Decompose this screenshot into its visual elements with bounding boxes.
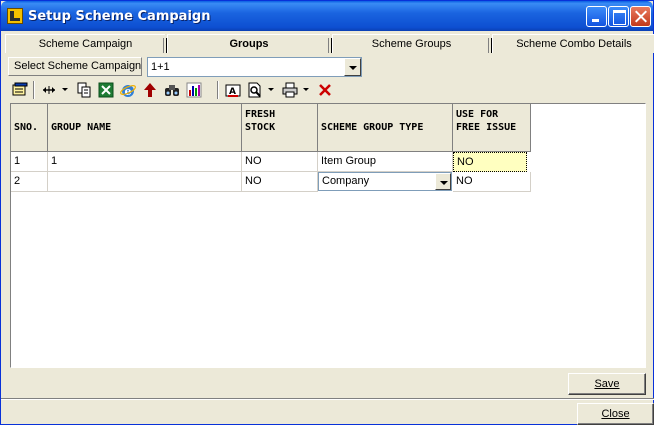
maximize-button[interactable] <box>608 6 629 27</box>
save-button[interactable]: Save <box>568 373 646 395</box>
tab-strip: Scheme Campaign Groups Scheme Groups Sch… <box>5 34 654 53</box>
title-bar[interactable]: Setup Scheme Campaign <box>1 1 653 31</box>
up-arrow-icon[interactable] <box>141 80 159 100</box>
app-icon <box>7 8 23 24</box>
row-2-group-name[interactable] <box>48 172 242 192</box>
campaign-dropdown[interactable]: 1+1 <box>147 57 362 77</box>
window-title: Setup Scheme Campaign <box>28 9 211 24</box>
row-2-use-for-free-issue[interactable]: NO <box>453 172 531 192</box>
close-window-button[interactable] <box>630 6 651 27</box>
delete-icon[interactable] <box>316 80 334 100</box>
print-dropdown-icon[interactable] <box>303 88 309 91</box>
row-1-scheme-group-type[interactable]: Item Group <box>318 152 453 172</box>
header-use-for-free-issue-line1: USE FOR <box>456 109 499 120</box>
tab-scheme-campaign[interactable]: Scheme Campaign <box>5 34 167 53</box>
minimize-button[interactable] <box>586 6 607 27</box>
header-group-name[interactable]: GROUP NAME <box>48 104 242 152</box>
tab-scheme-combo-details[interactable]: Scheme Combo Details <box>492 34 654 53</box>
binoculars-icon[interactable] <box>163 80 181 100</box>
row-1-fresh-stock[interactable]: NO <box>242 152 318 172</box>
tab-scheme-groups[interactable]: Scheme Groups <box>332 34 492 53</box>
header-use-for-free-issue-line2: FREE ISSUE <box>456 122 517 133</box>
scheme-groups-grid[interactable]: SNO. GROUP NAME FRESH STOCK SCHEME GROUP… <box>10 103 646 368</box>
excel-icon[interactable] <box>97 80 115 100</box>
row-2-scheme-group-type: Company <box>322 175 370 187</box>
row-1-use-for-free-issue[interactable]: NO <box>453 152 527 172</box>
toolbar-separator <box>217 81 219 99</box>
print-preview-icon[interactable] <box>246 80 264 100</box>
window-icon[interactable] <box>11 80 29 100</box>
header-fresh-stock[interactable]: FRESH STOCK <box>242 104 318 152</box>
row-1-sno[interactable]: 1 <box>11 152 48 172</box>
row-1-group-name[interactable]: 1 <box>48 152 242 172</box>
copy-icon[interactable] <box>75 80 93 100</box>
font-icon[interactable]: A <box>224 80 242 100</box>
toolbar-separator <box>33 81 35 99</box>
header-sno[interactable]: SNO. <box>11 104 48 152</box>
campaign-dropdown-value: 1+1 <box>151 61 170 73</box>
setup-scheme-campaign-window: Setup Scheme Campaign Scheme Campaign Gr… <box>0 0 654 425</box>
print-preview-dropdown-icon[interactable] <box>268 88 274 91</box>
chevron-down-icon[interactable] <box>435 173 451 190</box>
row-2-sno[interactable]: 2 <box>11 172 48 192</box>
chevron-down-icon[interactable] <box>344 58 361 76</box>
column-resize-icon[interactable] <box>40 80 58 100</box>
ie-icon[interactable]: e <box>119 80 137 100</box>
header-use-for-free-issue[interactable]: USE FOR FREE ISSUE <box>453 104 531 152</box>
header-fresh-stock-line1: FRESH <box>245 109 276 120</box>
close-button[interactable]: Close <box>577 403 654 425</box>
tab-groups[interactable]: Groups <box>167 34 332 53</box>
grid-toolbar: e A <box>7 80 653 102</box>
column-resize-dropdown-icon[interactable] <box>62 88 68 91</box>
bottom-divider <box>1 398 654 400</box>
close-button-label: Close <box>601 408 630 420</box>
row-2-fresh-stock[interactable]: NO <box>242 172 318 192</box>
print-icon[interactable] <box>281 80 299 100</box>
header-fresh-stock-line2: STOCK <box>245 122 276 133</box>
select-campaign-label: Select Scheme Campaign <box>8 57 142 76</box>
row-2-scheme-group-type-dropdown[interactable]: Company <box>318 172 452 191</box>
chart-icon[interactable] <box>185 80 203 100</box>
save-button-label: Save <box>594 378 620 390</box>
header-scheme-group-type[interactable]: SCHEME GROUP TYPE <box>318 104 453 152</box>
